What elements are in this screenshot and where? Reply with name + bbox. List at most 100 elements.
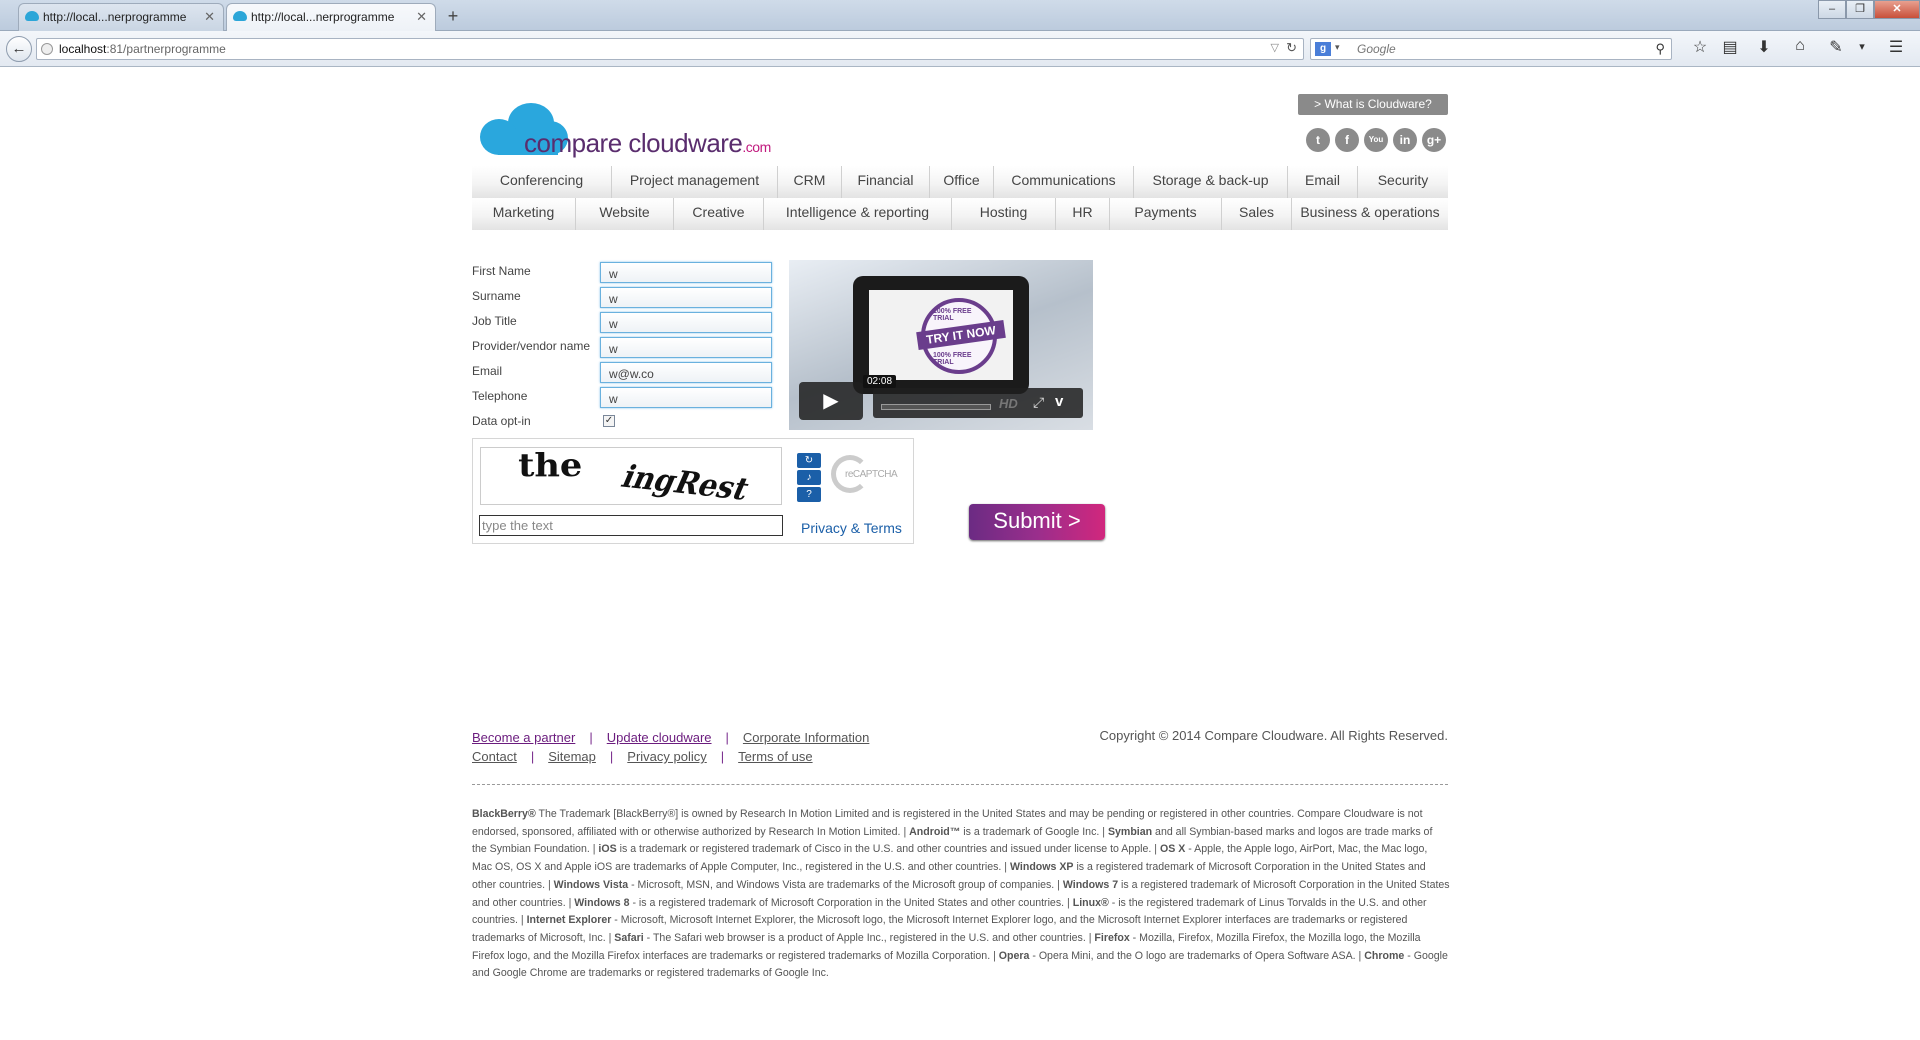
footer-link-update-cloudware[interactable]: Update cloudware <box>607 730 712 745</box>
captcha-word-1: the <box>518 447 583 484</box>
menu-item-intelligence-reporting[interactable]: Intelligence & reporting <box>764 198 952 230</box>
search-box[interactable]: g ▾ Google ⚲ <box>1310 38 1672 60</box>
menu-item-communications[interactable]: Communications <box>994 166 1134 198</box>
video-player[interactable]: 100% FREE TRIAL TRY IT NOW 100% FREE TRI… <box>789 260 1093 430</box>
navigation-toolbar: ← localhost:81/partnerprogramme ▽ ↻ g ▾ … <box>0 31 1920 67</box>
close-tab-icon[interactable]: ✕ <box>416 9 427 25</box>
video-progress-bar[interactable] <box>881 404 991 410</box>
menu-item-sales[interactable]: Sales <box>1222 198 1292 230</box>
google-engine-icon[interactable]: g <box>1315 42 1331 56</box>
addon-icon[interactable]: ✎ <box>1824 37 1848 57</box>
menu-item-website[interactable]: Website <box>576 198 674 230</box>
close-tab-icon[interactable]: ✕ <box>204 9 215 25</box>
submit-button[interactable]: Submit > <box>969 504 1105 540</box>
fullscreen-icon[interactable]: ⤢ <box>1033 394 1044 411</box>
menu-item-hosting[interactable]: Hosting <box>952 198 1056 230</box>
telephone-field[interactable]: w <box>600 387 772 408</box>
first-name-field[interactable]: w <box>600 262 772 283</box>
privacy-terms-link[interactable]: Privacy & Terms <box>801 520 902 536</box>
footer-link-become-partner[interactable]: Become a partner <box>472 730 575 745</box>
menu-item-hr[interactable]: HR <box>1056 198 1110 230</box>
provider-name-field[interactable]: w <box>600 337 772 358</box>
hd-toggle[interactable]: HD <box>999 396 1018 411</box>
what-is-cloudware-button[interactable]: > What is Cloudware? <box>1298 94 1448 115</box>
video-time: 02:08 <box>863 375 897 388</box>
footer-link-privacy-policy[interactable]: Privacy policy <box>627 749 706 764</box>
category-menu-row-1: Conferencing Project management CRM Fina… <box>472 166 1448 198</box>
surname-field[interactable]: w <box>600 287 772 308</box>
recaptcha-widget: the ingRest type the text ↻ ♪ ? reCAPTCH… <box>472 438 914 544</box>
data-optin-label: Data opt-in <box>472 414 531 428</box>
back-button[interactable]: ← <box>6 36 32 62</box>
footer-link-contact[interactable]: Contact <box>472 749 517 764</box>
email-field[interactable]: w@w.co <box>600 362 772 383</box>
recaptcha-logo-icon: reCAPTCHA <box>831 455 905 497</box>
menu-item-project-management[interactable]: Project management <box>612 166 778 198</box>
menu-item-crm[interactable]: CRM <box>778 166 842 198</box>
menu-item-financial[interactable]: Financial <box>842 166 930 198</box>
menu-item-security[interactable]: Security <box>1358 166 1448 198</box>
web-page: compare cloudware.com > What is Cloudwar… <box>0 68 1920 1040</box>
menu-item-conferencing[interactable]: Conferencing <box>472 166 612 198</box>
surname-label: Surname <box>472 289 521 303</box>
menu-item-business-operations[interactable]: Business & operations <box>1292 198 1448 230</box>
vimeo-icon[interactable]: v <box>1055 393 1063 410</box>
site-logo[interactable]: compare cloudware.com <box>478 95 778 158</box>
video-controls: HD ⤢ v <box>873 388 1083 418</box>
maximize-button[interactable]: ❐ <box>1846 0 1874 19</box>
menu-hamburger-icon[interactable]: ☰ <box>1884 37 1908 57</box>
url-bar[interactable]: localhost:81/partnerprogramme ▽ ↻ <box>36 38 1304 60</box>
menu-item-creative[interactable]: Creative <box>674 198 764 230</box>
play-icon[interactable]: ▶ <box>799 382 863 420</box>
job-title-field[interactable]: w <box>600 312 772 333</box>
bookmarks-menu-icon[interactable]: ▤ <box>1718 37 1742 57</box>
menu-item-marketing[interactable]: Marketing <box>472 198 576 230</box>
first-name-label: First Name <box>472 264 531 278</box>
search-placeholder: Google <box>1357 42 1396 56</box>
refresh-icon[interactable]: ↻ <box>797 453 821 468</box>
linkedin-icon[interactable]: in <box>1393 128 1417 152</box>
downloads-icon[interactable]: ⬇ <box>1752 37 1776 57</box>
help-icon[interactable]: ? <box>797 487 821 502</box>
browser-window: http://local...nerprogramme ✕ http://loc… <box>0 0 1920 1040</box>
menu-item-payments[interactable]: Payments <box>1110 198 1222 230</box>
twitter-icon[interactable]: t <box>1306 128 1330 152</box>
menu-item-office[interactable]: Office <box>930 166 994 198</box>
footer-link-terms-of-use[interactable]: Terms of use <box>738 749 812 764</box>
menu-item-email[interactable]: Email <box>1288 166 1358 198</box>
youtube-icon[interactable]: You <box>1364 128 1388 152</box>
job-title-label: Job Title <box>472 314 517 328</box>
menu-item-storage-backup[interactable]: Storage & back-up <box>1134 166 1288 198</box>
site-identity-icon[interactable] <box>41 43 53 55</box>
tab-strip: http://local...nerprogramme ✕ http://loc… <box>0 0 1920 31</box>
window-controls: – ❐ ✕ <box>1818 0 1920 19</box>
history-dropdown-icon[interactable]: ▽ <box>1271 41 1279 54</box>
new-tab-button[interactable]: + <box>440 4 466 28</box>
tab-inactive[interactable]: http://local...nerprogramme ✕ <box>18 3 224 31</box>
telephone-label: Telephone <box>472 389 528 403</box>
google-plus-icon[interactable]: g+ <box>1422 128 1446 152</box>
reload-icon[interactable]: ↻ <box>1286 40 1297 56</box>
social-links: t f You in g+ <box>1306 128 1446 152</box>
minimize-button[interactable]: – <box>1818 0 1846 19</box>
home-icon[interactable]: ⌂ <box>1788 37 1812 55</box>
category-menu-row-2: Marketing Website Creative Intelligence … <box>472 198 1448 230</box>
close-window-button[interactable]: ✕ <box>1874 0 1920 19</box>
trademark-legal-text: BlackBerry® The Trademark [BlackBerry®] … <box>472 808 1450 980</box>
audio-icon[interactable]: ♪ <box>797 470 821 485</box>
facebook-icon[interactable]: f <box>1335 128 1359 152</box>
footer-divider <box>472 784 1448 785</box>
data-optin-checkbox[interactable]: ✓ <box>603 415 615 427</box>
addon-dropdown-icon[interactable]: ▾ <box>1850 40 1874 53</box>
captcha-word-2: ingRest <box>616 459 755 505</box>
bookmark-star-icon[interactable]: ☆ <box>1688 37 1712 57</box>
search-icon[interactable]: ⚲ <box>1655 41 1665 57</box>
footer-link-sitemap[interactable]: Sitemap <box>548 749 596 764</box>
cloud-favicon-icon <box>233 11 247 21</box>
tab-active[interactable]: http://local...nerprogramme ✕ <box>226 3 436 31</box>
captcha-input[interactable]: type the text <box>479 515 783 536</box>
footer-link-corporate-info[interactable]: Corporate Information <box>743 730 869 745</box>
email-label: Email <box>472 364 503 378</box>
engine-dropdown-icon[interactable]: ▾ <box>1335 42 1340 53</box>
copyright-text: Copyright © 2014 Compare Cloudware. All … <box>1099 728 1448 743</box>
